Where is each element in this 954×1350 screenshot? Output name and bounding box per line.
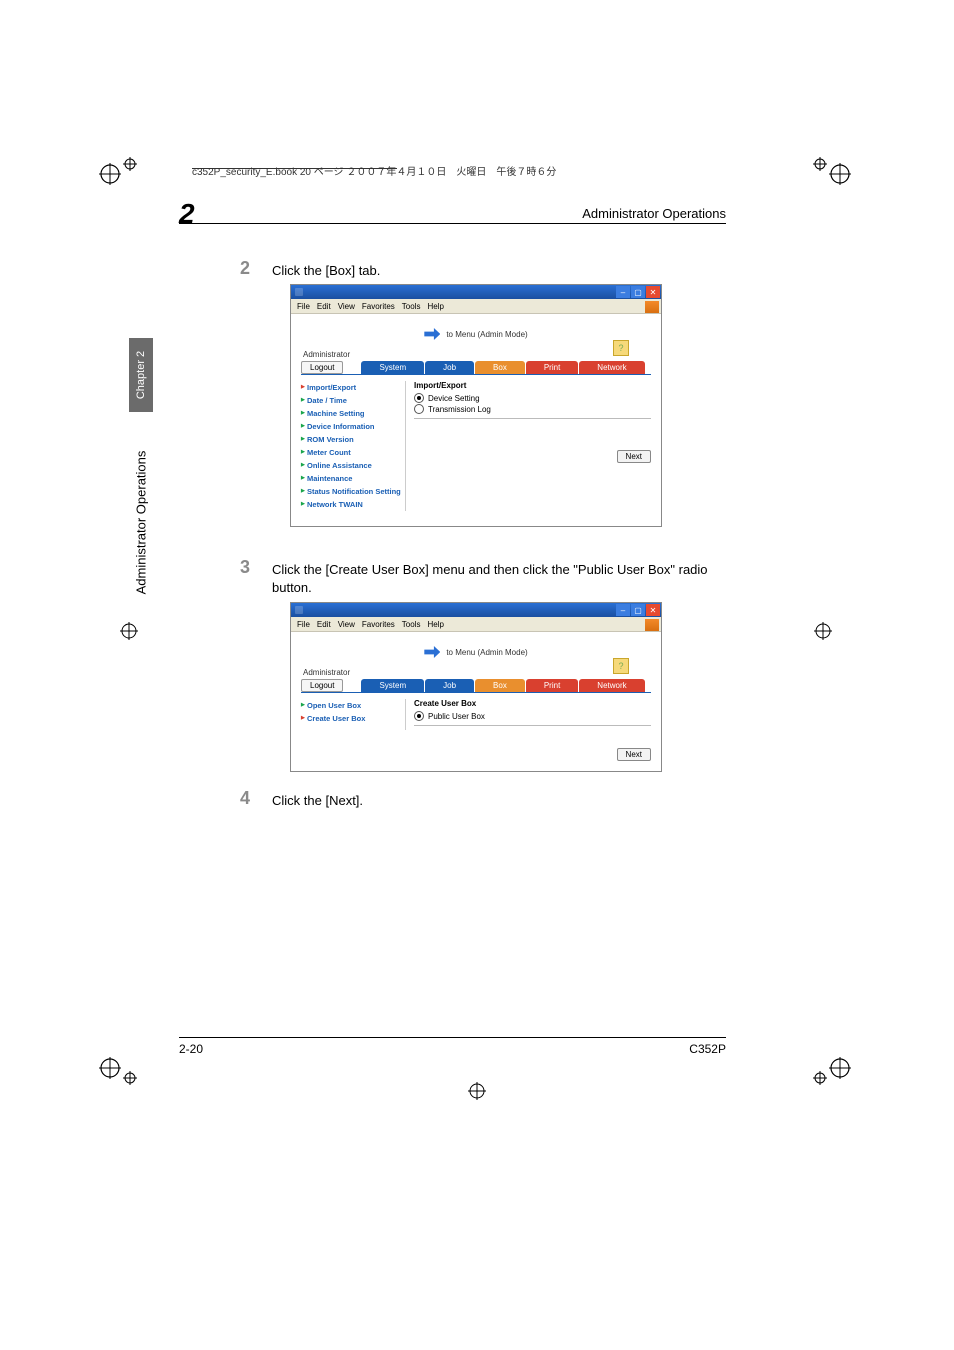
menu-help[interactable]: Help xyxy=(427,620,443,629)
mode-link[interactable]: to Menu (Admin Mode) xyxy=(446,330,527,339)
tab-print[interactable]: Print xyxy=(526,679,578,692)
menu-view[interactable]: View xyxy=(338,620,355,629)
menu-favorites[interactable]: Favorites xyxy=(362,620,395,629)
page-header: Administrator Operations xyxy=(179,206,726,224)
radio-transmission-log[interactable] xyxy=(414,404,424,414)
sidebar-item-maintenance[interactable]: Maintenance xyxy=(301,472,401,485)
browser-menubar: File Edit View Favorites Tools Help xyxy=(291,299,661,314)
step-4-number: 4 xyxy=(230,788,250,809)
close-button[interactable]: ✕ xyxy=(646,286,660,298)
window-titlebar: – ▢ ✕ xyxy=(291,603,661,617)
administrator-label: Administrator xyxy=(303,350,651,359)
tab-system[interactable]: System xyxy=(361,361,424,374)
menu-tools[interactable]: Tools xyxy=(402,302,421,311)
sidebar-item-open-user-box[interactable]: Open User Box xyxy=(301,699,401,712)
radio-public-user-box[interactable] xyxy=(414,711,424,721)
sidebar-item-import-export[interactable]: Import/Export xyxy=(301,381,401,394)
step-3-text: Click the [Create User Box] menu and the… xyxy=(272,561,722,596)
cropmark-bm xyxy=(466,1080,488,1102)
step-2-number: 2 xyxy=(230,258,250,279)
sidebar-item-create-user-box[interactable]: Create User Box xyxy=(301,712,401,725)
maximize-button[interactable]: ▢ xyxy=(631,604,645,616)
cropmark-br xyxy=(810,1047,852,1089)
radio-public-user-box-label: Public User Box xyxy=(428,712,485,721)
header-source-line: c352P_security_E.book 20 ページ ２００７年４月１０日 … xyxy=(192,163,732,178)
tab-box[interactable]: Box xyxy=(475,679,525,692)
sidebar-item-meter-count[interactable]: Meter Count xyxy=(301,446,401,459)
sidebar-item-network-twain[interactable]: Network TWAIN xyxy=(301,498,401,511)
cropmark-tl xyxy=(98,153,140,195)
browser-menubar: File Edit View Favorites Tools Help xyxy=(291,617,661,632)
tab-print[interactable]: Print xyxy=(526,361,578,374)
tab-network[interactable]: Network xyxy=(579,361,644,374)
sidebar-item-device-information[interactable]: Device Information xyxy=(301,420,401,433)
footer-model: C352P xyxy=(689,1042,726,1056)
menu-tools[interactable]: Tools xyxy=(402,620,421,629)
help-icon[interactable]: ? xyxy=(613,340,629,356)
sidebar-item-date-time[interactable]: Date / Time xyxy=(301,394,401,407)
sidebar-item-rom-version[interactable]: ROM Version xyxy=(301,433,401,446)
sidebar-item-machine-setting[interactable]: Machine Setting xyxy=(301,407,401,420)
tab-box[interactable]: Box xyxy=(475,361,525,374)
footer-page-number: 2-20 xyxy=(179,1042,203,1056)
sidebar-nav: Import/Export Date / Time Machine Settin… xyxy=(301,381,406,511)
administrator-label: Administrator xyxy=(303,668,651,677)
screenshot-box-tab: – ▢ ✕ File Edit View Favorites Tools Hel… xyxy=(290,284,662,527)
sidebar-item-status-notification[interactable]: Status Notification Setting xyxy=(301,485,401,498)
step-2-text: Click the [Box] tab. xyxy=(272,262,722,280)
ie-throbber-icon xyxy=(645,619,659,631)
app-icon xyxy=(295,606,303,614)
next-button[interactable]: Next xyxy=(617,450,651,463)
app-icon xyxy=(295,288,303,296)
sidebar-chapter-tab: Chapter 2 xyxy=(129,338,153,412)
tab-job[interactable]: Job xyxy=(425,679,474,692)
pane-title: Import/Export xyxy=(414,381,651,390)
tab-network[interactable]: Network xyxy=(579,679,644,692)
footer-rule xyxy=(179,1037,726,1038)
cropmark-mr xyxy=(812,620,834,642)
window-titlebar: – ▢ ✕ xyxy=(291,285,661,299)
menu-file[interactable]: File xyxy=(297,620,310,629)
sidebar-nav: Open User Box Create User Box xyxy=(301,699,406,730)
maximize-button[interactable]: ▢ xyxy=(631,286,645,298)
step-4-text: Click the [Next]. xyxy=(272,792,722,810)
sidebar-section-label: Administrator Operations xyxy=(131,432,151,612)
menu-file[interactable]: File xyxy=(297,302,310,311)
logout-button[interactable]: Logout xyxy=(301,361,343,374)
menu-edit[interactable]: Edit xyxy=(317,302,331,311)
tab-system[interactable]: System xyxy=(361,679,424,692)
minimize-button[interactable]: – xyxy=(616,604,630,616)
cropmark-ml xyxy=(118,620,140,642)
menu-favorites[interactable]: Favorites xyxy=(362,302,395,311)
ie-throbber-icon xyxy=(645,301,659,313)
printer-icon xyxy=(424,646,440,658)
printer-icon xyxy=(424,328,440,340)
close-button[interactable]: ✕ xyxy=(646,604,660,616)
menu-view[interactable]: View xyxy=(338,302,355,311)
mode-link[interactable]: to Menu (Admin Mode) xyxy=(446,648,527,657)
radio-transmission-log-label: Transmission Log xyxy=(428,405,491,414)
next-button[interactable]: Next xyxy=(617,748,651,761)
pane-title: Create User Box xyxy=(414,699,651,708)
minimize-button[interactable]: – xyxy=(616,286,630,298)
screenshot-create-user-box: – ▢ ✕ File Edit View Favorites Tools Hel… xyxy=(290,602,662,772)
menu-help[interactable]: Help xyxy=(427,302,443,311)
step-3-number: 3 xyxy=(230,557,250,578)
help-icon[interactable]: ? xyxy=(613,658,629,674)
sidebar-item-online-assistance[interactable]: Online Assistance xyxy=(301,459,401,472)
radio-device-setting[interactable] xyxy=(414,393,424,403)
logout-button[interactable]: Logout xyxy=(301,679,343,692)
menu-edit[interactable]: Edit xyxy=(317,620,331,629)
cropmark-tr xyxy=(810,153,852,195)
cropmark-bl xyxy=(98,1047,140,1089)
radio-device-setting-label: Device Setting xyxy=(428,394,480,403)
tab-job[interactable]: Job xyxy=(425,361,474,374)
